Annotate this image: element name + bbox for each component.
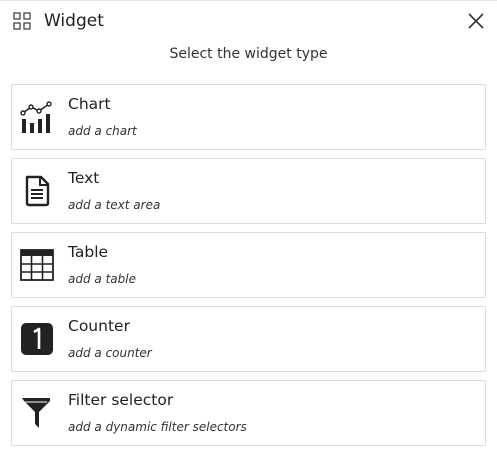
counter-icon <box>21 323 53 355</box>
option-description: add a chart <box>68 124 137 138</box>
widget-dialog: Widget Select the widget type Chart add … <box>0 0 497 463</box>
option-description: add a text area <box>68 198 161 212</box>
widget-option-chart[interactable]: Chart add a chart <box>11 84 486 150</box>
option-label: Filter selector <box>68 391 174 409</box>
widget-option-text[interactable]: Text add a text area <box>11 158 486 224</box>
option-label: Text <box>68 169 100 187</box>
option-description: add a table <box>68 272 136 286</box>
text-document-icon <box>25 175 50 207</box>
option-description: add a counter <box>68 346 152 360</box>
widget-grid-icon <box>13 12 31 30</box>
option-label: Chart <box>68 95 111 113</box>
option-description: add a dynamic filter selectors <box>68 420 247 434</box>
close-icon[interactable] <box>466 11 486 31</box>
dialog-subtitle: Select the widget type <box>169 46 328 62</box>
table-icon <box>20 249 54 281</box>
option-label: Counter <box>68 317 130 335</box>
dialog-title: Widget <box>44 11 104 31</box>
option-label: Table <box>68 243 109 261</box>
chart-icon <box>20 101 52 133</box>
filter-icon <box>22 398 50 428</box>
widget-option-filter-selector[interactable]: Filter selector add a dynamic filter sel… <box>11 380 486 446</box>
dialog-header: Widget <box>0 1 497 41</box>
widget-option-counter[interactable]: Counter add a counter <box>11 306 486 372</box>
widget-option-table[interactable]: Table add a table <box>11 232 486 298</box>
